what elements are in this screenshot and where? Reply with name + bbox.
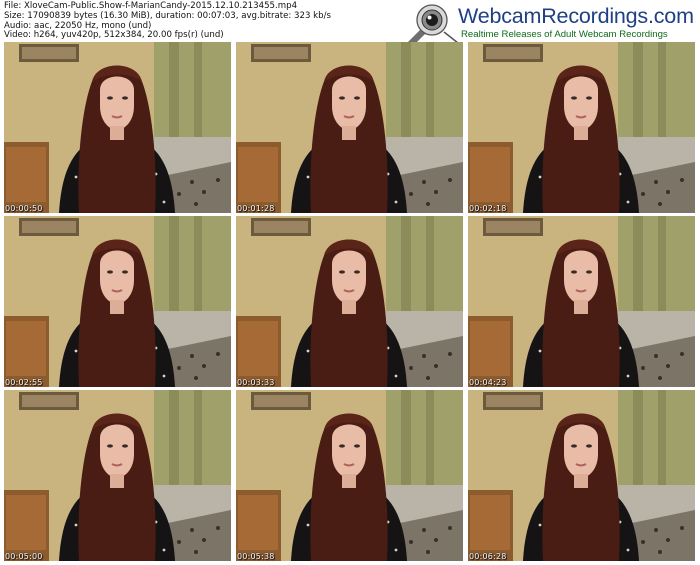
thumbnail-frame-image xyxy=(468,216,695,387)
video-thumbnail: 00:00:50 xyxy=(4,42,231,213)
logo-tagline: Realtime Releases of Adult Webcam Record… xyxy=(461,29,668,40)
thumbnail-frame-image xyxy=(236,390,463,561)
thumbnail-timestamp: 00:02:55 xyxy=(5,378,43,387)
thumbnail-timestamp: 00:04:23 xyxy=(469,378,507,387)
thumbnail-timestamp: 00:01:28 xyxy=(237,204,275,213)
thumbnail-timestamp: 00:05:38 xyxy=(237,552,275,561)
thumbnail-timestamp: 00:02:18 xyxy=(469,204,507,213)
video-thumbnail: 00:02:55 xyxy=(4,216,231,387)
thumbnail-grid: 00:00:50 00:01:28 00:02:18 00:02:55 00:0… xyxy=(4,42,696,562)
thumbnail-frame-image xyxy=(236,42,463,213)
thumbnail-frame-image xyxy=(4,216,231,387)
video-thumbnail: 00:04:23 xyxy=(468,216,695,387)
site-logo: WebcamRecordings.com Realtime Releases o… xyxy=(400,2,696,46)
thumbnail-frame-image xyxy=(4,390,231,561)
thumbnail-frame-image xyxy=(236,216,463,387)
thumbnail-timestamp: 00:03:33 xyxy=(237,378,275,387)
video-thumbnail: 00:06:28 xyxy=(468,390,695,561)
thumbnail-frame-image xyxy=(468,390,695,561)
video-thumbnail: 00:01:28 xyxy=(236,42,463,213)
thumbnail-frame-image xyxy=(468,42,695,213)
video-thumbnail: 00:03:33 xyxy=(236,216,463,387)
thumbnail-frame-image xyxy=(4,42,231,213)
thumbnail-timestamp: 00:00:50 xyxy=(5,204,43,213)
thumbnail-timestamp: 00:05:00 xyxy=(5,552,43,561)
webcam-icon xyxy=(404,4,459,46)
video-info: Video: h264, yuv420p, 512x384, 20.00 fps… xyxy=(4,30,224,41)
file-info: File: XloveCam-Public.Show-f-MarianCandy… xyxy=(4,1,331,41)
video-thumbnail: 00:02:18 xyxy=(468,42,695,213)
logo-title: WebcamRecordings.com xyxy=(458,4,694,28)
video-thumbnail: 00:05:00 xyxy=(4,390,231,561)
thumbnail-timestamp: 00:06:28 xyxy=(469,552,507,561)
video-thumbnail: 00:05:38 xyxy=(236,390,463,561)
